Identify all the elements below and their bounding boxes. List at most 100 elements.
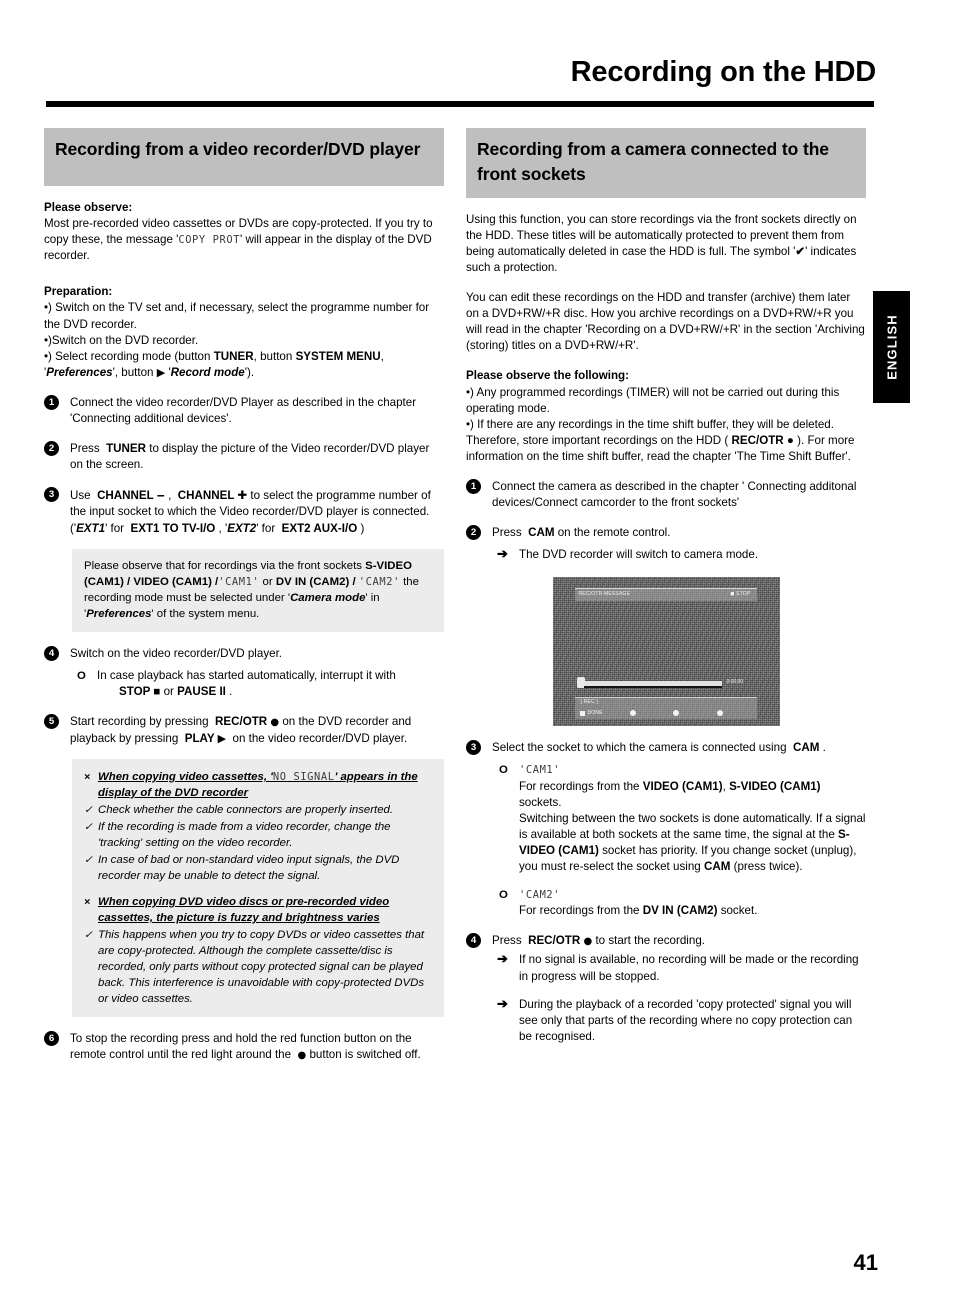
preparation-item-2: •)Switch on the DVD recorder. [44, 333, 199, 347]
note-preferences: Preferences [86, 607, 152, 620]
svideo-cam1-socket: S-VIDEO (CAM1) [729, 779, 821, 793]
left-observe-heading: Please observe: [44, 201, 133, 214]
trouble-problem-1a: When copying video cassettes, ' [98, 771, 273, 784]
prep3-a: •) Select recording mode (button [44, 349, 211, 363]
cam1-l2e: (press twice). [733, 860, 803, 874]
trouble-solution-text: If the recording is made from a video re… [98, 821, 391, 850]
osd-stop-label: ◼ STOP [730, 591, 751, 598]
osd-rec-label: [ REC ] [580, 699, 599, 706]
osd-dot-icon [716, 710, 723, 717]
left-step-3: 3 Use CHANNEL ‒ , CHANNEL ✚ to select th… [44, 487, 444, 536]
right-observe-2: •) If there are any recordings in the ti… [466, 417, 866, 465]
osd-top-left-label: REC/OTR MESSAGE [578, 591, 631, 598]
prep3-c: , button [253, 349, 293, 363]
step-text: Connect the camera as described in the c… [492, 480, 857, 510]
step-text: Press CAM on the remote control. [492, 526, 671, 540]
sub-text: The DVD recorder will switch to camera m… [519, 548, 759, 562]
step-number-badge: 4 [466, 933, 481, 949]
observe-lcd-copy-prot: COPY PROT [178, 234, 241, 247]
check-marker-icon: ✓ [84, 929, 93, 942]
pause-button-label: PAUSE II [177, 684, 226, 698]
check-marker-icon: ✓ [84, 854, 93, 867]
trouble-solution: ✓ In case of bad or non-standard video in… [84, 852, 433, 884]
check-icon: ✔ [795, 244, 806, 258]
cam1-l1a: For recordings from the [519, 779, 640, 793]
right-step4-sub-2: ➔ During the playback of a recorded 'cop… [492, 996, 866, 1045]
trouble-solution-text: This happens when you try to copy DVDs o… [98, 929, 425, 1006]
trouble-solution: ✓ This happens when you try to copy DVDs … [84, 927, 433, 1007]
trouble-lcd-no-signal: NO SIGNAL [272, 771, 335, 784]
trouble-problem-2: × When copying DVD video discs or pre-re… [84, 894, 433, 926]
left-step4-sub: O In case playback has started automatic… [70, 668, 444, 700]
left-preparation-block: Preparation: •) Switch on the TV set and… [44, 284, 444, 381]
note-video-cam1: VIDEO (CAM1) [133, 575, 212, 588]
step-text: Select the socket to which the camera is… [492, 741, 826, 755]
right-column: Recording from a camera connected to the… [466, 128, 866, 1045]
note-camera-mode: Camera mode [290, 591, 366, 604]
sub-text-1: In case playback has started automatical… [97, 668, 396, 682]
title-rule [46, 101, 874, 107]
osd-progress-bar-shadow [583, 686, 722, 689]
right-intro-2: You can edit these recordings on the HDD… [466, 291, 865, 353]
prep3-g: ', button [112, 365, 154, 379]
prep3-system-menu-button: SYSTEM MENU [295, 349, 381, 363]
note-text-5: ' of the system menu. [151, 607, 260, 620]
circle-marker-icon: O [499, 764, 508, 777]
osd-square-icon [579, 711, 585, 717]
document-page: Recording on the HDD ENGLISH Recording f… [0, 0, 954, 1302]
right-observe-heading: Please observe the following: [466, 369, 629, 383]
cam1-l1c: , [722, 779, 726, 793]
language-tab: ENGLISH [873, 291, 910, 403]
step-number-badge: 6 [44, 1031, 59, 1047]
sub-text: 'CAM1' For recordings from the VIDEO (CA… [519, 764, 866, 874]
cam1-block: O 'CAM1' For recordings from the VIDEO (… [492, 762, 866, 875]
cam2-block: O 'CAM2' For recordings from the DV IN (… [492, 887, 866, 919]
step-text: Press REC/OTR ● to start the recording. [492, 934, 705, 948]
sub-text: During the playback of a recorded 'copy … [519, 997, 853, 1043]
step-text: Use CHANNEL ‒ , CHANNEL ✚ to select the … [70, 488, 431, 535]
note-text-1: Please observe that for recordings via t… [84, 559, 362, 572]
lcd-cam2: CAM2 [525, 889, 554, 902]
trouble-problem-2-text: When copying DVD video discs or pre-reco… [98, 896, 390, 925]
left-step-1: 1 Connect the video recorder/DVD Player … [44, 394, 444, 427]
cam1-l2a: Switching between the two sockets is don… [519, 811, 866, 841]
step-number-badge: 1 [44, 394, 59, 410]
trouble-solution-text: Check whether the cable connectors are p… [98, 804, 394, 817]
right-observe-1: •) Any programmed recordings (TIMER) wil… [466, 385, 840, 415]
osd-done-label: DONE [587, 710, 603, 717]
cam2-l1c: socket. [720, 904, 758, 918]
rec-otr-label: REC/OTR ● [731, 433, 794, 447]
right-step-1: 1 Connect the camera as described in the… [466, 479, 866, 511]
right-step-2: 2 Press CAM on the remote control. ➔ The… [466, 525, 866, 563]
trouble-solution: ✓ If the recording is made from a video r… [84, 819, 433, 851]
check-marker-icon: ✓ [84, 821, 93, 834]
sub-period: . [229, 684, 233, 698]
prep3-tuner-button: TUNER [213, 349, 254, 363]
step-number-badge: 5 [44, 713, 59, 729]
left-observe-text: Most pre-recorded video cassettes or DVD… [44, 216, 444, 264]
note-sep-1: / [127, 575, 131, 588]
play-arrow-icon: ▶ [156, 365, 166, 379]
step-number-badge: 4 [44, 645, 59, 661]
arrow-right-icon: ➔ [497, 951, 508, 967]
left-observe-block: Please observe: Most pre-recorded video … [44, 200, 444, 264]
note-lcd-cam2: CAM2 [365, 575, 394, 588]
cam1-l1e: sockets. [519, 795, 562, 809]
preparation-item-1: •) Switch on the TV set and, if necessar… [44, 301, 430, 331]
circle-marker-icon: O [499, 889, 508, 902]
arrow-right-icon: ➔ [497, 546, 508, 562]
step-text: Press TUNER to display the picture of th… [70, 442, 430, 472]
tv-screen-screenshot: REC/OTR MESSAGE ◼ STOP 0:00:00 [ REC ] D… [552, 577, 780, 727]
right-intro-1: Using this function, you can store recor… [466, 212, 866, 276]
sub-text: If no signal is available, no recording … [519, 953, 859, 983]
trouble-problem-1: × When copying video cassettes, 'NO SIGN… [84, 769, 433, 801]
stop-button-label: STOP ■ [119, 684, 161, 698]
sub-text: 'CAM2' For recordings from the DV IN (CA… [519, 889, 758, 918]
note-lcd-cam1: CAM1 [225, 575, 253, 588]
left-step-5: 5 Start recording by pressing REC/OTR ● … [44, 713, 444, 747]
step-text: Connect the video recorder/DVD Player as… [70, 395, 417, 426]
note-sep-3: / [352, 575, 356, 588]
cam2-l1a: For recordings from the [519, 904, 640, 918]
note-dvin-cam2: DV IN (CAM2) [275, 575, 350, 588]
right-step-4: 4 Press REC/OTR ● to start the recording… [466, 933, 866, 1045]
